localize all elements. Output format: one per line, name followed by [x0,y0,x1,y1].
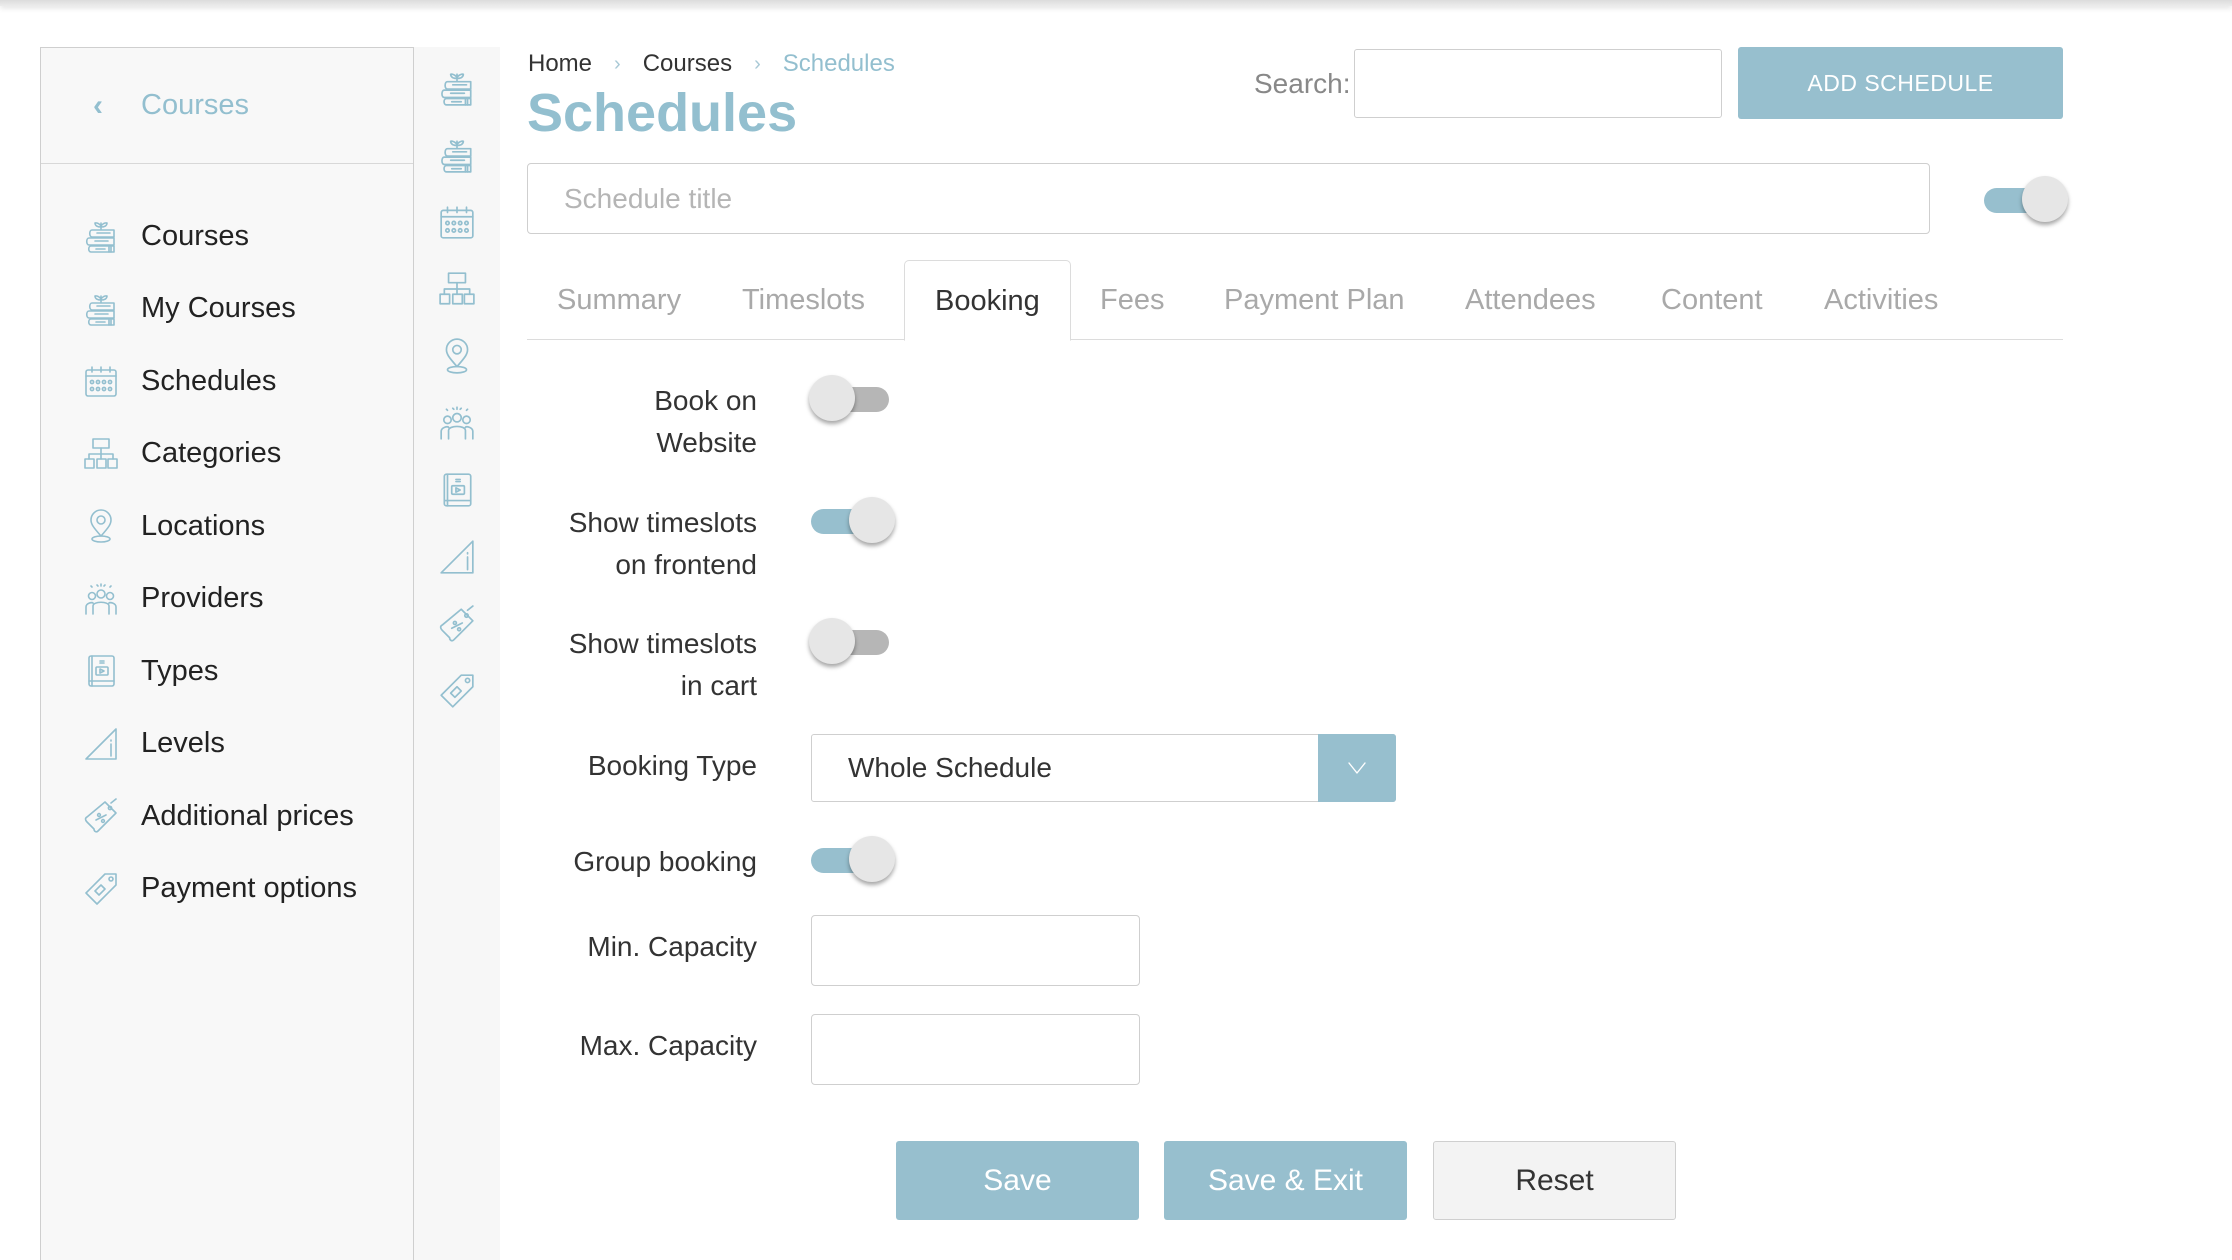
sidebar-item-label: Categories [141,437,282,470]
sidebar-item-categories[interactable]: Categories [41,418,413,491]
sidebar-item-providers[interactable]: Providers [41,563,413,636]
book-on-website-label: Book on Website [654,380,757,464]
show-timeslots-cart-label: Show timeslots in cart [569,623,757,707]
search-input[interactable] [1354,49,1722,118]
calendar-icon [83,363,119,399]
sidebar-back-link[interactable]: ‹ Courses [41,48,413,164]
tab-fees[interactable]: Fees [1070,260,1194,340]
tab-summary[interactable]: Summary [527,260,711,340]
label-line: on frontend [615,549,757,580]
booking-type-value: Whole Schedule [848,752,1052,783]
page-title: Schedules [527,83,798,143]
sidebar-item-locations[interactable]: Locations [41,490,413,563]
location-pin-icon [83,508,119,544]
save-exit-button[interactable]: Save & Exit [1164,1141,1407,1220]
book-on-website-toggle[interactable] [809,375,895,423]
booking-type-select[interactable]: Whole Schedule [811,734,1396,802]
max-capacity-input[interactable] [811,1014,1140,1085]
show-timeslots-frontend-label: Show timeslots on frontend [569,502,757,586]
toggle-knob [2022,176,2068,222]
schedule-title-input[interactable] [527,163,1930,234]
label-line: in cart [680,670,757,701]
show-timeslots-frontend-toggle[interactable] [809,497,895,545]
sidebar-item-additional-prices[interactable]: Additional prices [41,780,413,853]
sidebar-item-label: My Courses [141,292,296,325]
publish-toggle[interactable] [1982,176,2068,224]
breadcrumb-schedules: Schedules [782,50,895,77]
chevron-left-icon: ‹ [93,88,103,122]
books-plant-icon [83,291,119,327]
sidebar-item-types[interactable]: Types [41,635,413,708]
calendar-icon[interactable] [438,203,476,241]
max-capacity-label: Max. Capacity [579,1030,757,1061]
breadcrumb: Home › Courses › Schedules [528,50,895,78]
sidebar-item-payment-options[interactable]: Payment options [41,853,413,926]
books-plant-icon [83,218,119,254]
sidebar-item-label: Payment options [141,872,358,905]
sidebar-item-label: Levels [141,727,225,760]
sidebar-item-courses[interactable]: Courses [41,200,413,273]
sidebar-item-levels[interactable]: Levels [41,708,413,781]
discount-tag-icon [83,798,119,834]
sidebar-item-label: Types [141,654,219,687]
toggle-knob [809,375,855,421]
dropdown-button[interactable] [1318,734,1396,802]
sidebar-item-label: Schedules [141,364,277,397]
label-line: Show timeslots [568,507,757,538]
icon-rail [414,47,500,1260]
toggle-knob [849,497,895,543]
team-icon [83,581,119,617]
sidebar-item-label: Locations [141,509,266,542]
search-label: Search: [1254,68,1351,99]
group-booking-label: Group booking [573,846,757,877]
ebook-icon[interactable] [438,471,476,509]
reset-button[interactable]: Reset [1433,1141,1676,1220]
add-schedule-button[interactable]: ADD SCHEDULE [1738,47,2063,119]
toggle-knob [809,618,855,664]
label-line: Show timeslots [568,628,757,659]
tab-bar: Summary Timeslots Booking Fees Payment P… [527,260,2063,341]
browser-top-bar [0,0,2232,6]
tab-content[interactable]: Content [1631,260,1793,340]
sidebar-nav: Courses My Courses Schedules Categories … [41,164,413,925]
show-timeslots-cart-toggle[interactable] [809,618,895,666]
chevron-down-icon [1348,762,1366,774]
sidebar-item-label: Providers [141,582,264,615]
hierarchy-icon[interactable] [438,270,476,308]
sidebar-item-label: Additional prices [141,799,354,832]
tab-timeslots[interactable]: Timeslots [712,260,895,340]
books-plant-icon[interactable] [438,69,476,107]
tab-payment-plan[interactable]: Payment Plan [1194,260,1435,340]
breadcrumb-separator: › [614,52,621,75]
group-booking-toggle[interactable] [809,836,895,884]
triangle-ruler-icon [83,726,119,762]
breadcrumb-courses[interactable]: Courses [643,50,732,78]
triangle-ruler-icon[interactable] [438,538,476,576]
price-tag-icon[interactable] [438,672,476,710]
sidebar-title: Courses [141,89,249,121]
min-capacity-label: Min. Capacity [587,931,757,962]
price-tag-icon [83,871,119,907]
books-plant-icon[interactable] [438,136,476,174]
sidebar-item-label: Courses [141,219,249,252]
sidebar-item-my-courses[interactable]: My Courses [41,273,413,346]
breadcrumb-home[interactable]: Home [528,50,592,78]
tab-activities[interactable]: Activities [1794,260,1968,340]
tab-attendees[interactable]: Attendees [1435,260,1626,340]
sidebar: ‹ Courses Courses My Courses Schedules C… [40,47,414,1260]
label-line: Book on [654,385,757,416]
location-pin-icon[interactable] [438,337,476,375]
min-capacity-input[interactable] [811,915,1140,986]
ebook-icon [83,653,119,689]
team-icon[interactable] [438,404,476,442]
hierarchy-icon [83,436,119,472]
discount-tag-icon[interactable] [438,605,476,643]
booking-type-label: Booking Type [587,750,757,781]
save-button[interactable]: Save [896,1141,1139,1220]
breadcrumb-separator: › [754,52,761,75]
sidebar-item-schedules[interactable]: Schedules [41,345,413,418]
tab-booking[interactable]: Booking [904,260,1071,341]
toggle-knob [849,836,895,882]
label-line: Website [656,427,757,458]
